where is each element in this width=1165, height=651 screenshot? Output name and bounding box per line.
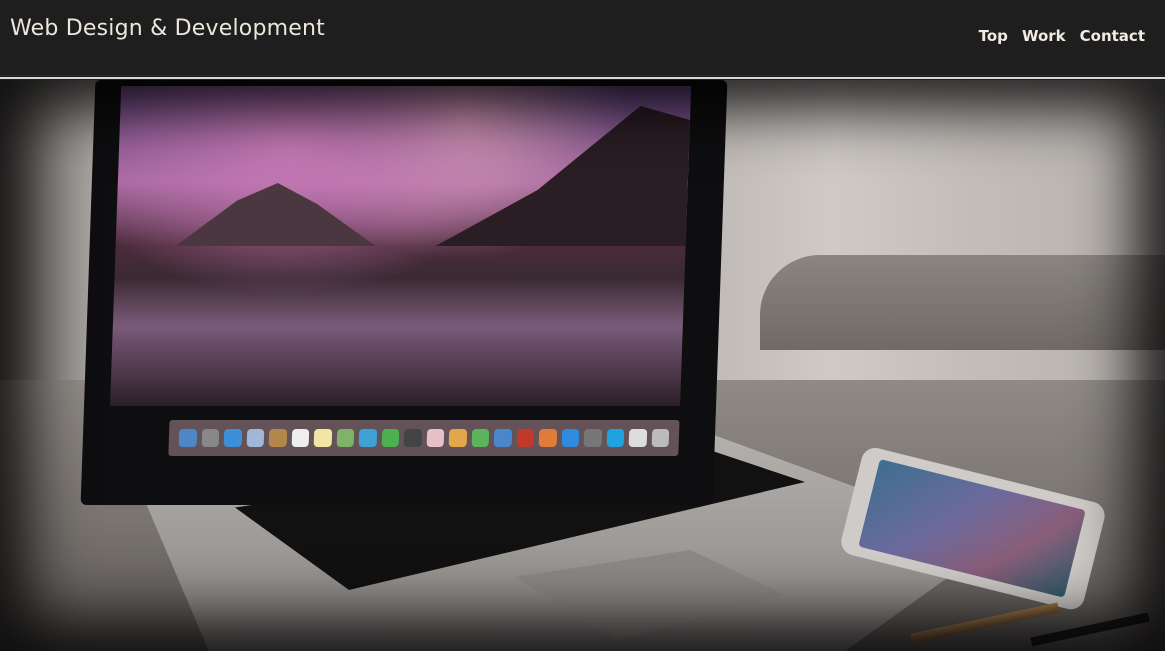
laptop-screen (80, 80, 728, 505)
contacts-icon (268, 429, 287, 447)
keynote-icon (493, 429, 512, 447)
main-nav: Top Work Contact (979, 27, 1145, 45)
music-icon (516, 429, 535, 447)
ibooks-icon (538, 429, 557, 447)
facetime-icon (381, 429, 400, 447)
maps-icon (336, 429, 355, 447)
document-icon (628, 429, 647, 447)
wallpaper-mountain-left (176, 176, 378, 246)
nav-link-top[interactable]: Top (979, 27, 1008, 45)
laptop-wallpaper (110, 86, 692, 406)
launchpad-icon (201, 429, 220, 447)
wallpaper-mountain-right (436, 106, 691, 246)
top-navigation-bar: Web Design & Development Top Work Contac… (0, 0, 1165, 79)
chair-back (760, 255, 1165, 350)
app-store-icon (561, 429, 580, 447)
trash-icon (651, 429, 670, 447)
pages-icon (448, 429, 467, 447)
nav-link-contact[interactable]: Contact (1080, 27, 1145, 45)
background-wall (0, 80, 95, 400)
notes-icon (313, 429, 332, 447)
calendar-icon (291, 429, 310, 447)
hero-image (0, 80, 1165, 651)
mail-icon (246, 429, 265, 447)
safari-icon (223, 429, 242, 447)
nav-link-work[interactable]: Work (1022, 27, 1066, 45)
system-preferences-icon (583, 429, 602, 447)
skype-icon (606, 429, 625, 447)
numbers-icon (471, 429, 490, 447)
photos-icon (426, 429, 445, 447)
finder-icon (178, 429, 197, 447)
site-title[interactable]: Web Design & Development (10, 16, 325, 41)
messages-icon (358, 429, 377, 447)
photo-booth-icon (403, 429, 422, 447)
laptop-dock (168, 420, 680, 456)
